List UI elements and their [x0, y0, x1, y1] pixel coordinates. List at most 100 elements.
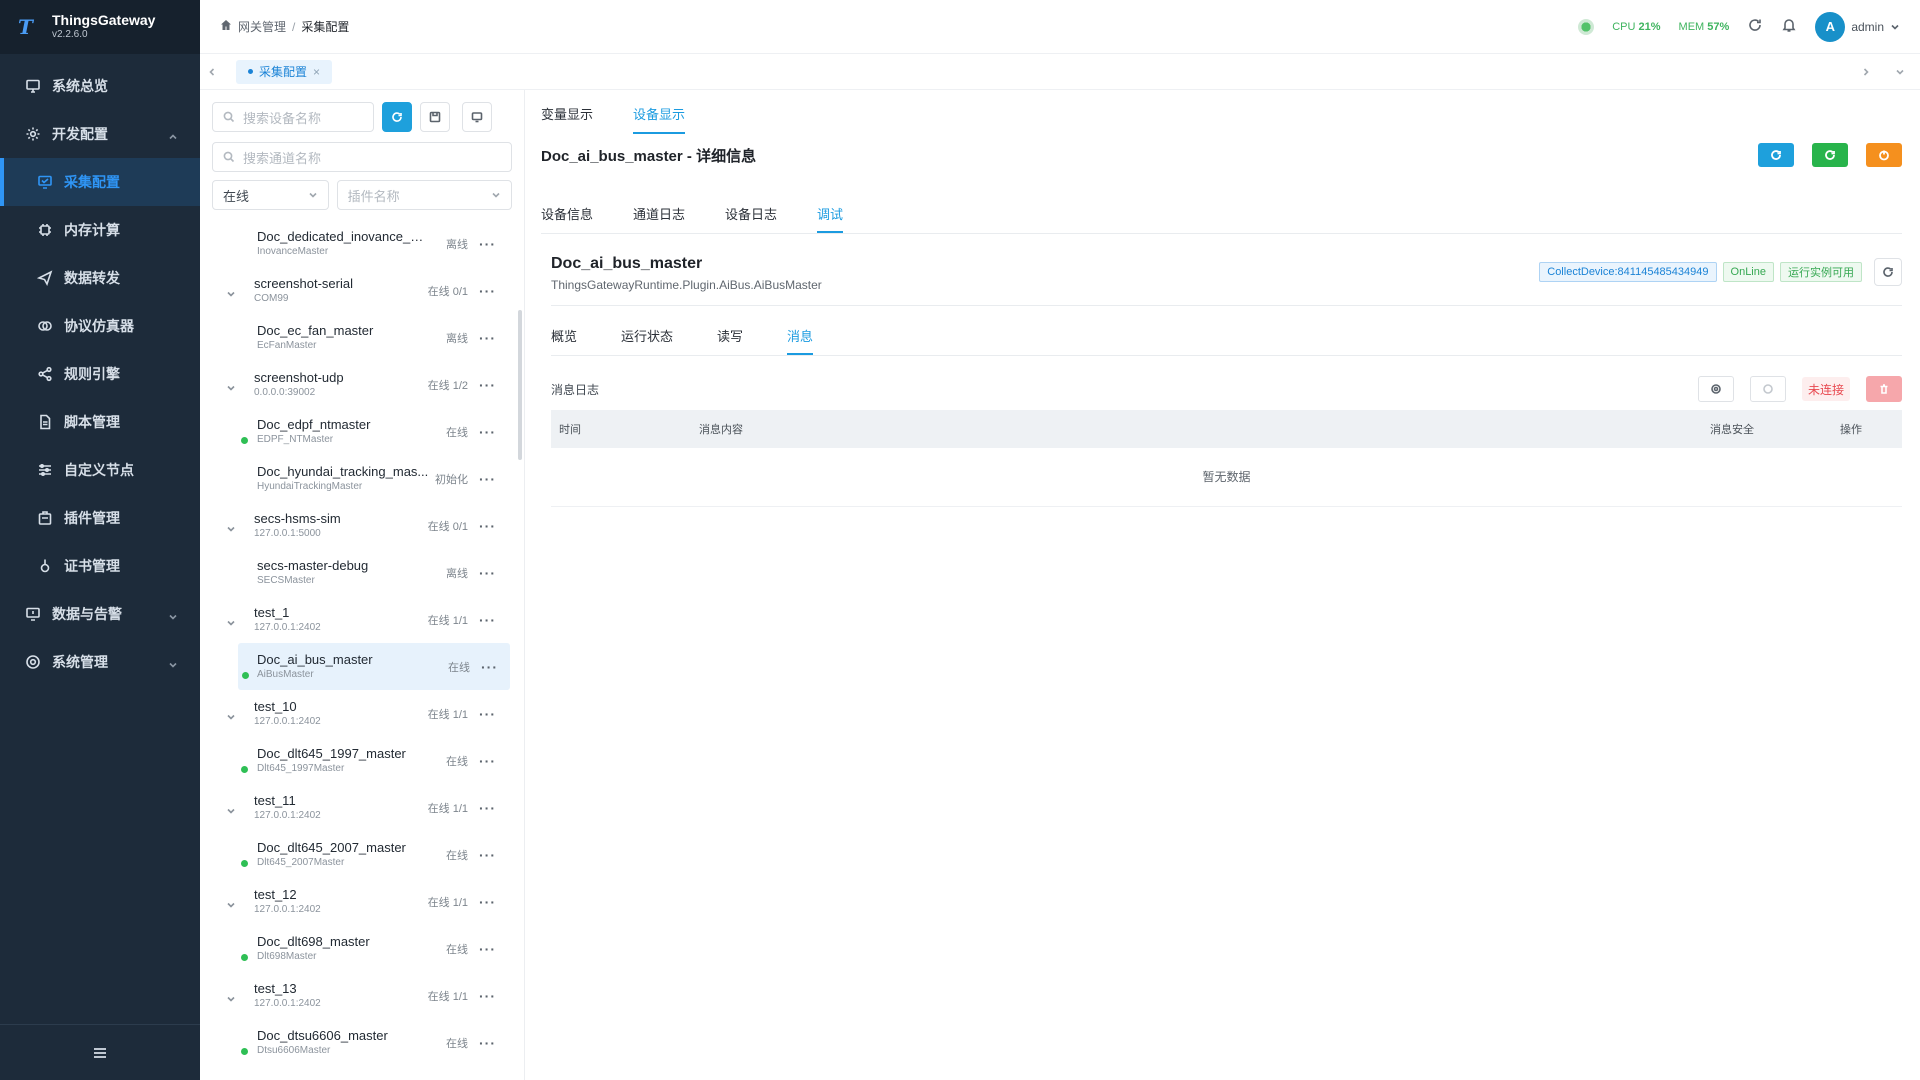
tab-device-info[interactable]: 设备信息: [541, 190, 593, 233]
nav-item-overview[interactable]: 系统总览: [0, 62, 200, 110]
connect-button[interactable]: [1697, 376, 1734, 402]
nav-item-cert-manage[interactable]: 证书管理: [0, 542, 200, 590]
tab-debug[interactable]: 调试: [817, 190, 844, 233]
pause-button[interactable]: [1866, 143, 1902, 167]
filter-button[interactable]: [420, 102, 450, 132]
collapse-menu-button[interactable]: [0, 1024, 200, 1080]
chevron-down-icon[interactable]: [226, 616, 236, 626]
node-status: 离线: [446, 332, 468, 345]
tab-scroll-right-icon[interactable]: [1854, 67, 1878, 77]
tree-device-node[interactable]: Doc_dedicated_inovance_ma... InovanceMast…: [200, 220, 516, 267]
user-menu[interactable]: A admin: [1815, 11, 1900, 42]
chevron-down-icon[interactable]: [226, 898, 236, 908]
tree-device-node[interactable]: Doc_hyundai_tracking_mas... HyundaiTracki…: [200, 455, 516, 502]
tab-run-state[interactable]: 运行状态: [621, 316, 673, 355]
more-icon[interactable]: ···: [479, 330, 496, 346]
more-icon[interactable]: ···: [479, 424, 496, 440]
chevron-down-icon[interactable]: [226, 287, 236, 297]
display-mode-button[interactable]: [462, 102, 492, 132]
nav-item-data-forward[interactable]: 数据转发: [0, 254, 200, 302]
tab-channel-log[interactable]: 通道日志: [633, 190, 685, 233]
tree-channel-node[interactable]: test_14: [200, 1066, 516, 1080]
chevron-down-icon[interactable]: [226, 710, 236, 720]
nav-item-memory-compute[interactable]: 内存计算: [0, 206, 200, 254]
device-search-input[interactable]: 搜索设备名称: [212, 102, 374, 132]
more-icon[interactable]: ···: [479, 894, 496, 910]
channel-search-input[interactable]: 搜索通道名称: [212, 142, 512, 172]
more-icon[interactable]: ···: [479, 847, 496, 863]
tree-device-node[interactable]: Doc_dlt645_1997_master Dlt645_1997Master 在…: [200, 737, 516, 784]
tab-variable-display[interactable]: 变量显示: [541, 90, 593, 134]
more-icon[interactable]: ···: [479, 706, 496, 722]
card-refresh-button[interactable]: [1874, 258, 1902, 286]
tree-scrollbar[interactable]: [518, 310, 522, 460]
nav-item-dev-config[interactable]: 开发配置: [0, 110, 200, 158]
tab-menu-chevron-icon[interactable]: [1888, 67, 1912, 77]
chevron-down-icon: [1891, 24, 1899, 30]
more-icon[interactable]: ···: [479, 941, 496, 957]
tab-scroll-left-icon[interactable]: [200, 67, 224, 77]
restart-button[interactable]: [1812, 143, 1848, 167]
tree-channel-node[interactable]: test_11 127.0.0.1:2402 在线 1/1 ···: [200, 784, 516, 831]
tree-device-node[interactable]: Doc_dlt645_2007_master Dlt645_2007Master 在…: [200, 831, 516, 878]
tree-device-node[interactable]: Doc_ai_bus_master AiBusMaster 在线 ···: [238, 643, 510, 690]
tree-channel-node[interactable]: secs-hsms-sim 127.0.0.1:5000 在线 0/1 ···: [200, 502, 516, 549]
tab-read-write[interactable]: 读写: [717, 316, 743, 355]
more-icon[interactable]: ···: [479, 1035, 496, 1051]
nav-item-rule-engine[interactable]: 规则引擎: [0, 350, 200, 398]
tree-channel-node[interactable]: test_1 127.0.0.1:2402 在线 1/1 ···: [200, 596, 516, 643]
stop-icon: [1763, 384, 1773, 394]
nav-item-plugin-manage[interactable]: 插件管理: [0, 494, 200, 542]
more-icon[interactable]: ···: [479, 471, 496, 487]
clear-log-button[interactable]: [1866, 376, 1902, 402]
nav-item-system-manage[interactable]: 系统管理: [0, 638, 200, 686]
plugin-filter-select[interactable]: 插件名称: [336, 180, 512, 210]
tree-channel-node[interactable]: test_12 127.0.0.1:2402 在线 1/1 ···: [200, 878, 516, 925]
refresh-tree-button[interactable]: [382, 102, 412, 132]
nav-item-custom-node[interactable]: 自定义节点: [0, 446, 200, 494]
detail-header: Doc_ai_bus_master - 详细信息: [541, 134, 1902, 176]
chevron-down-icon[interactable]: [226, 522, 236, 532]
page-tab-collect-config[interactable]: 采集配置 ×: [236, 59, 333, 84]
chevron-down-icon[interactable]: [226, 804, 236, 814]
brand[interactable]: T ThingsGateway v2.2.6.0: [0, 0, 200, 54]
tree-device-node[interactable]: Doc_dlt698_master Dlt698Master 在线 ···: [200, 925, 516, 972]
more-icon[interactable]: ···: [479, 565, 496, 581]
tree-channel-node[interactable]: screenshot-udp 0.0.0.0:39002 在线 1/2 ···: [200, 361, 516, 408]
more-icon[interactable]: ···: [479, 236, 496, 252]
chevron-down-icon[interactable]: [226, 992, 236, 1002]
chevron-down-icon[interactable]: [226, 381, 236, 391]
tab-message[interactable]: 消息: [787, 316, 814, 355]
nav-item-data-alarm[interactable]: 数据与告警: [0, 590, 200, 638]
home-icon[interactable]: [220, 19, 238, 34]
tab-overview[interactable]: 概览: [551, 316, 577, 355]
breadcrumb-item[interactable]: 网关管理: [238, 18, 286, 35]
more-icon[interactable]: ···: [479, 753, 496, 769]
tree-channel-node[interactable]: screenshot-serial COM99 在线 0/1 ···: [200, 267, 516, 314]
tree-channel-node[interactable]: test_13 127.0.0.1:2402 在线 1/1 ···: [200, 972, 516, 1019]
tree-device-node[interactable]: secs-master-debug SECSMaster 离线 ···: [200, 549, 516, 596]
more-icon[interactable]: ···: [479, 518, 496, 534]
more-icon[interactable]: ···: [481, 659, 498, 675]
bell-icon[interactable]: [1781, 17, 1797, 36]
more-icon[interactable]: ···: [479, 283, 496, 299]
tree-device-node[interactable]: Doc_ec_fan_master EcFanMaster 离线 ···: [200, 314, 516, 361]
refresh-button[interactable]: [1758, 143, 1794, 167]
more-icon[interactable]: ···: [479, 800, 496, 816]
tree-device-node[interactable]: Doc_dtsu6606_master Dtsu6606Master 在线 ···: [200, 1019, 516, 1066]
disconnect-button[interactable]: [1749, 376, 1786, 402]
nav-item-protocol-simulator[interactable]: 协议仿真器: [0, 302, 200, 350]
tree-channel-node[interactable]: test_10 127.0.0.1:2402 在线 1/1 ···: [200, 690, 516, 737]
nav-item-script-manage[interactable]: 脚本管理: [0, 398, 200, 446]
node-status: 在线: [448, 661, 470, 674]
more-icon[interactable]: ···: [479, 612, 496, 628]
status-filter-select[interactable]: 在线: [212, 180, 329, 210]
close-icon[interactable]: ×: [313, 65, 320, 79]
tab-device-display[interactable]: 设备显示: [633, 90, 686, 134]
tab-device-log[interactable]: 设备日志: [725, 190, 777, 233]
more-icon[interactable]: ···: [479, 377, 496, 393]
tree-device-node[interactable]: Doc_edpf_ntmaster EDPF_NTMaster 在线 ···: [200, 408, 516, 455]
nav-item-collect-config[interactable]: 采集配置: [0, 158, 200, 206]
more-icon[interactable]: ···: [479, 988, 496, 1004]
refresh-icon[interactable]: [1747, 17, 1763, 36]
